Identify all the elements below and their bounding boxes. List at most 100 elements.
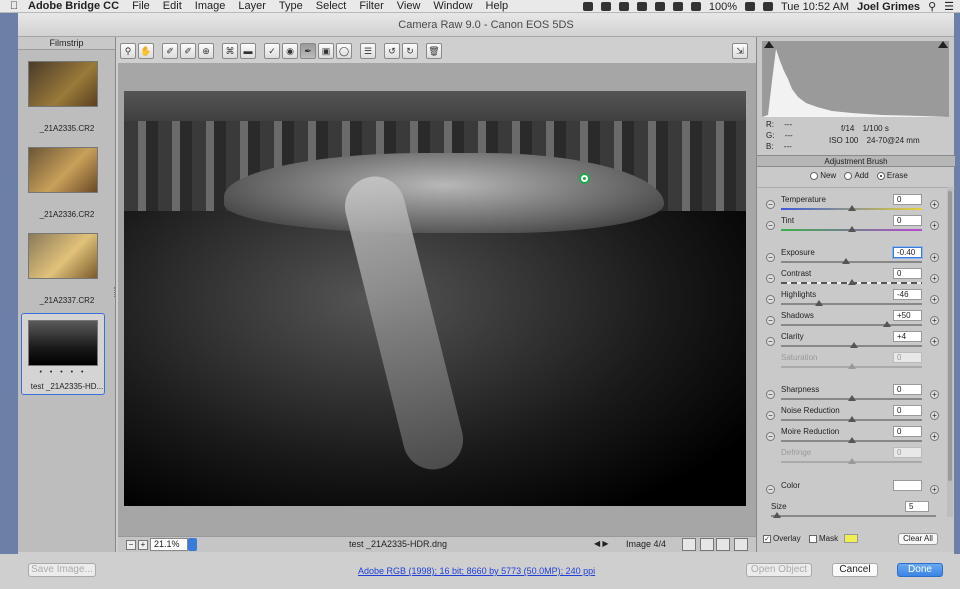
photo-preview[interactable] — [124, 91, 746, 506]
color-sampler-icon[interactable]: ✐ — [180, 43, 196, 59]
rating-dots[interactable]: • • • • • — [28, 369, 98, 376]
decrease-icon[interactable]: − — [766, 432, 775, 441]
size-value[interactable]: 5 — [905, 501, 929, 512]
slider-track[interactable] — [781, 324, 922, 326]
search-icon[interactable]: ⚲ — [928, 0, 936, 13]
list-icon[interactable]: ☰ — [944, 0, 954, 13]
trash-icon[interactable]: 🗑 — [426, 43, 442, 59]
slider-value[interactable]: 0 — [893, 268, 922, 279]
thumbnail[interactable] — [28, 61, 98, 107]
slider-value[interactable]: -0.40 — [893, 247, 922, 258]
slider-thumb[interactable] — [847, 205, 856, 211]
overlay-option[interactable]: ✓ Overlay — [763, 534, 801, 543]
decrease-icon[interactable]: − — [766, 411, 775, 420]
slider-value[interactable]: 0 — [893, 384, 922, 395]
menu-filter[interactable]: Filter — [359, 0, 383, 12]
slider-value[interactable]: 0 — [893, 426, 922, 437]
zoom-in-button[interactable]: + — [138, 540, 148, 550]
menu-view[interactable]: View — [397, 0, 421, 12]
status-app-icon[interactable] — [636, 2, 647, 11]
cancel-button[interactable]: Cancel — [832, 563, 878, 577]
apple-icon[interactable]:  — [0, 0, 28, 12]
rotate-right-icon[interactable]: ↻ — [402, 43, 418, 59]
mode-erase-label[interactable]: Erase — [887, 171, 908, 180]
increase-icon[interactable]: + — [930, 390, 939, 399]
highlight-clip-icon[interactable] — [938, 41, 948, 48]
filter-icon[interactable] — [682, 538, 696, 551]
scroll-thumb[interactable] — [948, 191, 952, 481]
mask-label[interactable]: Mask — [819, 534, 838, 543]
mode-erase-radio[interactable] — [876, 171, 885, 180]
zoom-out-button[interactable]: − — [126, 540, 136, 550]
open-object-button[interactable]: Open Object — [746, 563, 812, 577]
thumbnail[interactable] — [28, 320, 98, 366]
zoom-dropdown-icon[interactable] — [188, 538, 197, 551]
zoom-icon[interactable]: ⚲ — [120, 43, 136, 59]
size-slider-thumb[interactable] — [773, 512, 781, 518]
increase-icon[interactable]: + — [930, 411, 939, 420]
thumbnail[interactable] — [28, 233, 98, 279]
increase-icon[interactable]: + — [930, 253, 939, 262]
graduated-filter-icon[interactable]: ▣ — [318, 43, 334, 59]
mode-new-label[interactable]: New — [820, 171, 836, 180]
increase-icon[interactable]: + — [930, 485, 939, 494]
mode-add-radio[interactable] — [844, 171, 853, 180]
shadow-clip-icon[interactable] — [764, 41, 774, 48]
slider-thumb[interactable] — [847, 279, 856, 285]
clock[interactable]: Tue 10:52 AM — [781, 1, 849, 13]
mode-new-radio[interactable] — [810, 171, 819, 180]
swap-icon[interactable] — [716, 538, 730, 551]
slider-thumb[interactable] — [882, 321, 891, 327]
decrease-icon[interactable]: − — [766, 221, 775, 230]
rotate-left-icon[interactable]: ↺ — [384, 43, 400, 59]
increase-icon[interactable]: + — [930, 432, 939, 441]
decrease-icon[interactable]: − — [766, 485, 775, 494]
image-preview-area[interactable] — [118, 63, 756, 536]
adjustment-brush-icon[interactable]: ✒ — [300, 43, 316, 59]
user-name[interactable]: Joel Grimes — [857, 1, 920, 13]
slider-thumb[interactable] — [847, 226, 856, 232]
overlay-checkbox[interactable]: ✓ — [763, 534, 771, 543]
save-image-button[interactable]: Save Image... — [28, 563, 96, 577]
spot-removal-icon[interactable]: ✓ — [264, 43, 280, 59]
menu-select[interactable]: Select — [316, 0, 347, 12]
decrease-icon[interactable]: − — [766, 337, 775, 346]
fullscreen-icon[interactable]: ⇲ — [732, 43, 748, 59]
decrease-icon[interactable]: − — [766, 316, 775, 325]
mask-option[interactable]: Mask — [809, 534, 838, 543]
volume-icon[interactable] — [690, 2, 701, 11]
menu-image[interactable]: Image — [195, 0, 226, 12]
mask-color-swatch[interactable] — [844, 534, 858, 543]
clear-all-button[interactable]: Clear All — [898, 533, 938, 545]
slider-thumb[interactable] — [841, 258, 850, 264]
slider-value[interactable]: 0 — [893, 194, 922, 205]
increase-icon[interactable]: + — [930, 200, 939, 209]
decrease-icon[interactable]: − — [766, 274, 775, 283]
before-after-icon[interactable] — [700, 538, 714, 551]
status-app-icon[interactable] — [600, 2, 611, 11]
image-nav-arrows[interactable]: ◀ ▶ — [594, 539, 614, 548]
decrease-icon[interactable]: − — [766, 295, 775, 304]
menu-edit[interactable]: Edit — [163, 0, 182, 12]
menu-file[interactable]: File — [132, 0, 150, 12]
time-machine-icon[interactable] — [654, 2, 665, 11]
red-eye-icon[interactable]: ◉ — [282, 43, 298, 59]
slider-value[interactable]: +4 — [893, 331, 922, 342]
increase-icon[interactable]: + — [930, 295, 939, 304]
adjustment-pin-icon[interactable] — [579, 173, 590, 184]
menu-help[interactable]: Help — [486, 0, 509, 12]
slider-value[interactable]: 0 — [893, 215, 922, 226]
bluetooth-icon[interactable] — [672, 2, 683, 11]
workflow-options-link[interactable]: Adobe RGB (1998); 16 bit; 8660 by 5773 (… — [358, 566, 595, 576]
done-button[interactable]: Done — [897, 563, 943, 577]
slider-value[interactable]: +50 — [893, 310, 922, 321]
menu-type[interactable]: Type — [279, 0, 303, 12]
overlay-label[interactable]: Overlay — [773, 534, 801, 543]
slider-value[interactable]: 0 — [893, 405, 922, 416]
decrease-icon[interactable]: − — [766, 253, 775, 262]
slider-value[interactable]: -46 — [893, 289, 922, 300]
flag-icon[interactable] — [762, 2, 773, 11]
slider-thumb[interactable] — [847, 395, 856, 401]
increase-icon[interactable]: + — [930, 337, 939, 346]
size-slider-track[interactable] — [771, 515, 936, 517]
